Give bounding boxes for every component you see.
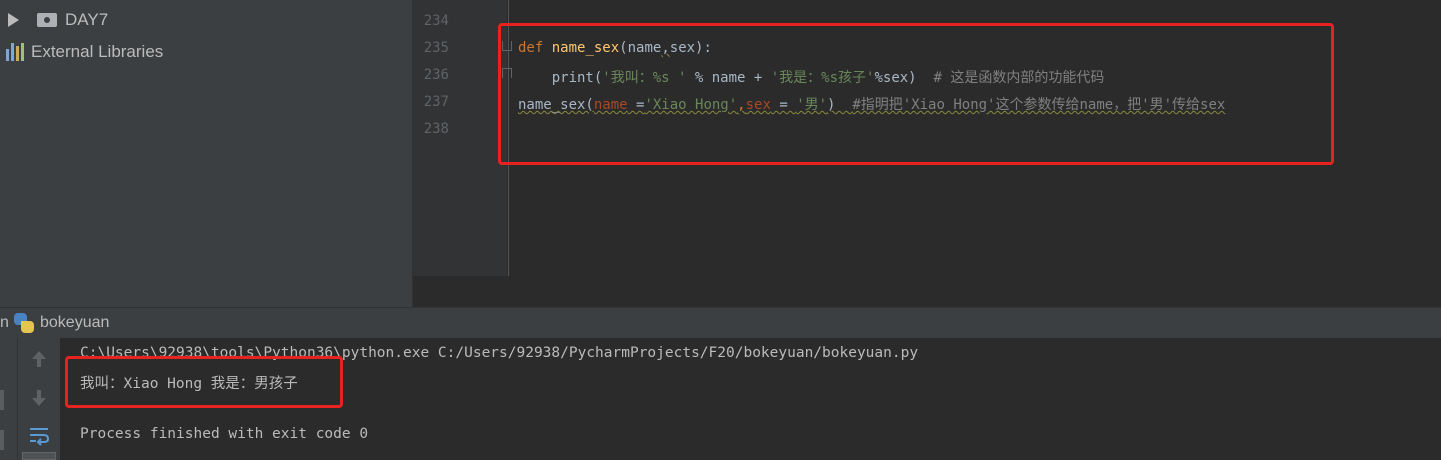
console-exit-line: Process finished with exit code 0 bbox=[80, 426, 369, 442]
project-tree-panel: DAY7 External Libraries bbox=[0, 0, 412, 307]
tree-item-label: DAY7 bbox=[65, 10, 109, 29]
soft-wrap-button[interactable] bbox=[26, 423, 52, 449]
soft-wrap-icon bbox=[30, 428, 50, 446]
code-highlight-box bbox=[498, 23, 1334, 165]
arrow-down-icon bbox=[32, 390, 46, 406]
folder-icon bbox=[37, 13, 57, 27]
line-number: 234 bbox=[423, 13, 449, 29]
library-icon bbox=[6, 43, 24, 61]
scroll-up-button[interactable] bbox=[26, 346, 52, 372]
output-highlight-box bbox=[65, 356, 343, 408]
line-number: 237 bbox=[423, 94, 449, 110]
line-number: 238 bbox=[423, 121, 449, 137]
tree-item-external-libraries[interactable]: External Libraries bbox=[6, 40, 163, 64]
run-tab-prefix: n bbox=[0, 314, 9, 331]
run-tab-label: bokeyuan bbox=[40, 314, 110, 331]
toolbar-corner bbox=[22, 452, 56, 460]
line-number: 236 bbox=[423, 67, 449, 83]
scroll-down-button[interactable] bbox=[26, 385, 52, 411]
expand-arrow-icon[interactable] bbox=[8, 13, 19, 27]
tree-item-day7[interactable]: DAY7 bbox=[8, 8, 108, 32]
arrow-up-icon bbox=[32, 351, 46, 367]
line-number: 235 bbox=[423, 40, 449, 56]
run-left-strip bbox=[0, 338, 18, 460]
editor-footer bbox=[413, 276, 1441, 307]
tree-item-label: External Libraries bbox=[31, 42, 164, 61]
run-tool-header: n bokeyuan bbox=[0, 307, 1441, 338]
python-icon bbox=[14, 313, 34, 333]
run-tab-bokeyuan[interactable]: bokeyuan bbox=[14, 313, 109, 333]
